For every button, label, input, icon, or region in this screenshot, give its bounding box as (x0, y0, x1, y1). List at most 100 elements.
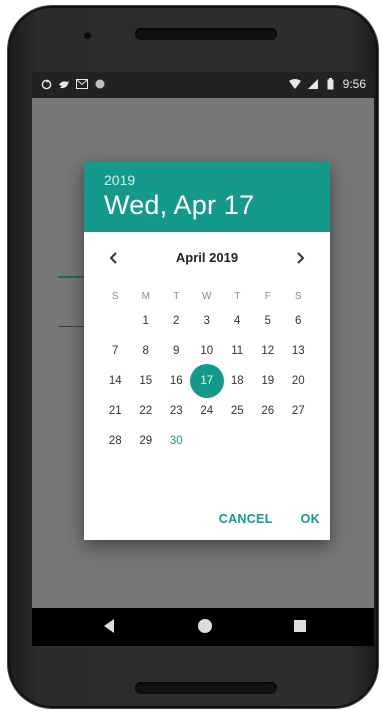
day-number: 17 (200, 375, 214, 387)
day-number: 27 (291, 405, 305, 417)
day-5[interactable]: 5 (253, 306, 284, 336)
day-15[interactable]: 15 (131, 366, 162, 396)
calendar-week-row: 7 8 9 10 11 12 13 (100, 336, 314, 366)
day-14[interactable]: 14 (100, 366, 131, 396)
day-number: 11 (231, 345, 244, 357)
bottom-speaker (135, 682, 277, 694)
weekday-label: T (173, 291, 180, 302)
day-number: 21 (108, 405, 122, 417)
day-3[interactable]: 3 (192, 306, 223, 336)
day-number: 23 (169, 405, 183, 417)
empty-day-cell (222, 426, 253, 456)
chevron-right-icon (297, 252, 305, 264)
day-number: 18 (230, 375, 244, 387)
day-number: 7 (112, 345, 119, 357)
weekday-label: S (294, 291, 302, 302)
day-11[interactable]: 11 (222, 336, 253, 366)
day-24[interactable]: 24 (192, 396, 223, 426)
day-28[interactable]: 28 (100, 426, 131, 456)
day-26[interactable]: 26 (253, 396, 284, 426)
day-10[interactable]: 10 (192, 336, 223, 366)
weekday-header-row: SMTWTFS (100, 288, 314, 306)
day-number: 8 (142, 345, 149, 357)
circle-icon (94, 78, 106, 90)
front-camera (84, 32, 91, 39)
day-17[interactable]: 17 (189, 364, 224, 398)
empty-day-cell (192, 426, 223, 456)
day-18[interactable]: 18 (222, 366, 253, 396)
day-20[interactable]: 20 (283, 366, 314, 396)
day-12[interactable]: 12 (253, 336, 284, 366)
cancel-button[interactable]: CANCEL (219, 512, 273, 526)
day-30[interactable]: 30 (161, 426, 192, 456)
day-29[interactable]: 29 (131, 426, 162, 456)
day-23[interactable]: 23 (161, 396, 192, 426)
day-13[interactable]: 13 (283, 336, 314, 366)
back-icon[interactable] (104, 619, 114, 633)
navigation-bar (32, 608, 374, 646)
weekday-label: S (111, 291, 119, 302)
clock-time: 9:56 (342, 77, 366, 91)
day-number: 15 (139, 375, 153, 387)
day-2[interactable]: 2 (161, 306, 192, 336)
wifi-icon (288, 78, 301, 90)
empty-day-cell (283, 426, 314, 456)
day-6[interactable]: 6 (283, 306, 314, 336)
weekday-label: M (141, 291, 150, 302)
header-selected-date[interactable]: Wed, Apr 17 (104, 190, 254, 221)
header-year[interactable]: 2019 (104, 172, 135, 188)
day-21[interactable]: 21 (100, 396, 131, 426)
day-number: 10 (200, 345, 214, 357)
day-number: 26 (261, 405, 275, 417)
day-number: 19 (261, 375, 275, 387)
day-8[interactable]: 8 (131, 336, 162, 366)
calendar-grid: SMTWTFS 1 2 3 4 5 6 7 8 9 10 11 12 13 14 15 16 17 18 19 20 2… (100, 288, 314, 456)
date-picker-header: 2019 Wed, Apr 17 (84, 162, 330, 232)
calendar-week-row: 14 15 16 17 18 19 20 (100, 364, 314, 398)
day-number: 1 (142, 315, 149, 327)
next-month-button[interactable] (288, 246, 312, 270)
day-number: 22 (139, 405, 153, 417)
sync-icon (40, 78, 52, 90)
day-7[interactable]: 7 (100, 336, 131, 366)
day-number: 24 (200, 405, 214, 417)
day-number: 12 (261, 345, 275, 357)
month-navigation: April 2019 (84, 246, 330, 270)
day-19[interactable]: 19 (253, 366, 284, 396)
empty-day-cell (253, 426, 284, 456)
ok-button[interactable]: OK (301, 512, 320, 526)
day-4[interactable]: 4 (222, 306, 253, 336)
day-number: 3 (203, 315, 210, 327)
date-picker-dialog: 2019 Wed, Apr 17 April 2019 SMTWTFS 1234… (84, 162, 330, 540)
dialog-actions: CANCEL OK (219, 512, 320, 526)
day-9[interactable]: 9 (161, 336, 192, 366)
day-number: 25 (230, 405, 244, 417)
weekday-label: T (234, 291, 241, 302)
signal-icon (307, 78, 319, 90)
screen: 9:56 2019 Wed, Apr 17 April 2019 S M T W… (32, 72, 374, 646)
mail-icon (76, 78, 88, 90)
weekday-label: W (202, 291, 212, 302)
weekday-label: F (264, 291, 271, 302)
top-speaker (135, 28, 277, 40)
day-16[interactable]: 16 (161, 366, 192, 396)
day-27[interactable]: 27 (283, 396, 314, 426)
status-bar: 9:56 (32, 72, 374, 98)
bird-icon (58, 78, 70, 90)
day-1[interactable]: 1 (131, 306, 162, 336)
day-number: 30 (169, 435, 183, 447)
recents-icon[interactable] (294, 620, 306, 632)
home-icon[interactable] (198, 619, 212, 633)
day-22[interactable]: 22 (131, 396, 162, 426)
battery-icon (325, 78, 337, 90)
empty-day-cell (100, 306, 131, 336)
day-number: 5 (264, 315, 271, 327)
phone-frame: 9:56 2019 Wed, Apr 17 April 2019 S M T W… (8, 6, 378, 708)
system-icons: 9:56 (288, 77, 366, 91)
day-25[interactable]: 25 (222, 396, 253, 426)
day-number: 14 (108, 375, 122, 387)
day-number: 28 (108, 435, 122, 447)
notification-icons (40, 78, 106, 90)
day-number: 2 (173, 315, 180, 327)
day-number: 4 (234, 315, 241, 327)
